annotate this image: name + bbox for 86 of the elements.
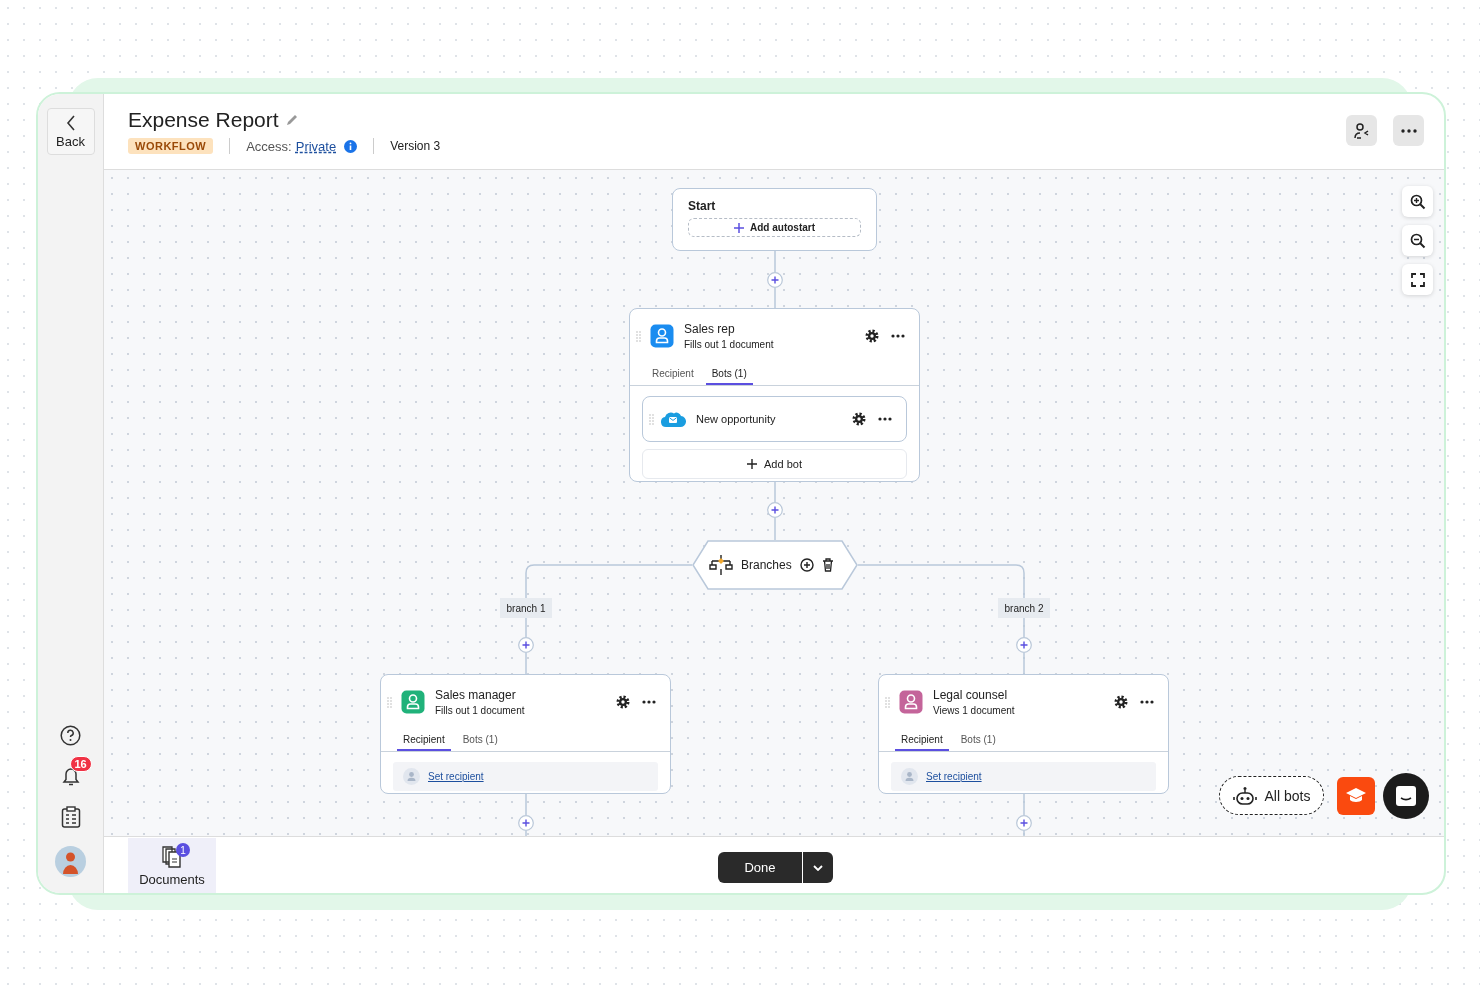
- pencil-icon[interactable]: [284, 113, 299, 127]
- chevron-left-icon: [65, 114, 76, 131]
- settings-icon[interactable]: [852, 412, 866, 426]
- add-step-icon[interactable]: [518, 815, 534, 831]
- plus-icon: [747, 459, 758, 469]
- add-step-icon[interactable]: [1016, 637, 1032, 653]
- step-description: Views 1 document: [933, 705, 1016, 716]
- documents-icon: [162, 844, 182, 868]
- drag-handle-icon[interactable]: [649, 413, 654, 425]
- connector-line: [774, 517, 776, 541]
- plus-icon: [734, 222, 744, 233]
- notification-badge: 16: [69, 756, 92, 772]
- access-link[interactable]: Private: [295, 138, 337, 154]
- settings-icon[interactable]: [616, 695, 630, 709]
- cloud-mail-icon: [660, 410, 686, 428]
- chat-button[interactable]: [1383, 773, 1429, 819]
- connector-line: [525, 830, 527, 836]
- tab[interactable]: Bots (1): [705, 363, 753, 385]
- documents-badge: 1: [176, 843, 190, 857]
- more-icon[interactable]: [642, 700, 656, 704]
- tab[interactable]: Recipient: [646, 363, 700, 385]
- zoom-in-button[interactable]: [1402, 186, 1433, 217]
- more-icon[interactable]: [878, 417, 892, 421]
- chat-icon: [1395, 785, 1417, 807]
- step-description: Fills out 1 document: [684, 339, 775, 350]
- settings-icon[interactable]: [865, 329, 879, 343]
- add-bot-button[interactable]: Add bot: [642, 449, 907, 479]
- robot-icon: [1232, 785, 1257, 806]
- all-bots-button[interactable]: All bots: [1219, 776, 1324, 815]
- user-avatar-icon: [901, 768, 918, 785]
- connector-line: [1023, 617, 1025, 638]
- more-icon: [1400, 128, 1417, 133]
- set-recipient-link[interactable]: Set recipient: [428, 771, 484, 782]
- version-label: Version 3: [390, 139, 441, 153]
- share-button[interactable]: [1346, 115, 1377, 146]
- zoom-out-icon: [1409, 232, 1426, 249]
- branches-icon: [709, 555, 733, 575]
- settings-icon[interactable]: [1114, 695, 1128, 709]
- trash-icon[interactable]: [821, 558, 834, 572]
- chevron-down-icon: [813, 864, 823, 871]
- step-name: Sales manager: [435, 688, 517, 702]
- drag-handle-icon[interactable]: [387, 696, 392, 708]
- start-title: Start: [688, 199, 717, 213]
- step-name: Legal counsel: [933, 688, 1009, 702]
- clipboard-icon[interactable]: [60, 806, 81, 828]
- person-share-icon: [1352, 121, 1371, 140]
- step-name: Sales rep: [684, 322, 736, 336]
- page-title: Expense Report: [128, 108, 279, 132]
- access-label: Access:: [246, 138, 292, 154]
- tab[interactable]: Bots (1): [954, 729, 1002, 751]
- zoom-out-button[interactable]: [1402, 225, 1433, 256]
- bot-item[interactable]: New opportunity: [642, 396, 907, 442]
- more-button[interactable]: [1393, 115, 1424, 146]
- connector-line: [525, 617, 527, 638]
- academy-button[interactable]: [1337, 777, 1375, 815]
- add-autostart-button[interactable]: Add autostart: [688, 218, 861, 237]
- drag-handle-icon[interactable]: [636, 330, 641, 342]
- graduation-cap-icon: [1345, 787, 1367, 805]
- add-step-icon[interactable]: [767, 272, 783, 288]
- fullscreen-icon: [1410, 272, 1425, 287]
- drag-handle-icon[interactable]: [885, 696, 890, 708]
- step-description: Fills out 1 document: [435, 705, 526, 716]
- info-icon[interactable]: [344, 139, 358, 153]
- set-recipient-link[interactable]: Set recipient: [926, 771, 982, 782]
- back-button[interactable]: Back: [46, 108, 95, 155]
- workflow-badge: WORKFLOW: [128, 138, 214, 154]
- branch-label: branch 1: [500, 598, 552, 618]
- more-icon[interactable]: [1140, 700, 1154, 704]
- bot-name: New opportunity: [696, 413, 777, 425]
- tab[interactable]: Recipient: [895, 729, 949, 751]
- documents-tab[interactable]: 1 Documents: [128, 838, 216, 893]
- fullscreen-button[interactable]: [1402, 264, 1433, 295]
- add-step-icon[interactable]: [518, 637, 534, 653]
- add-step-icon[interactable]: [767, 502, 783, 518]
- zoom-in-icon: [1409, 193, 1426, 210]
- connector-line: [1023, 830, 1025, 836]
- tab[interactable]: Bots (1): [456, 729, 504, 751]
- user-avatar-icon: [403, 768, 420, 785]
- tab[interactable]: Recipient: [397, 729, 451, 751]
- branches-label: Branches: [741, 558, 792, 572]
- add-step-icon[interactable]: [1016, 815, 1032, 831]
- more-icon[interactable]: [891, 334, 905, 338]
- add-branch-icon[interactable]: [799, 558, 814, 572]
- help-icon[interactable]: [60, 725, 81, 746]
- avatar-icon[interactable]: [55, 846, 86, 877]
- branch-label: branch 2: [998, 598, 1050, 618]
